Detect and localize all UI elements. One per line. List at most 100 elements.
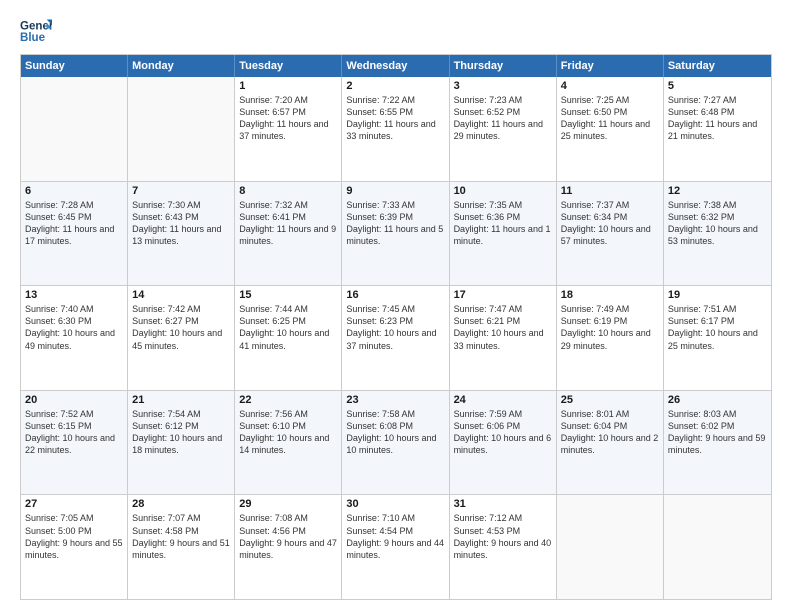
calendar-cell: 19 Sunrise: 7:51 AM Sunset: 6:17 PM Dayli… [664, 286, 771, 390]
calendar-cell [21, 77, 128, 181]
cell-day-number: 23 [346, 394, 444, 406]
calendar-cell: 20 Sunrise: 7:52 AM Sunset: 6:15 PM Dayli… [21, 391, 128, 495]
calendar-cell: 11 Sunrise: 7:37 AM Sunset: 6:34 PM Dayli… [557, 182, 664, 286]
cell-info: Sunrise: 7:08 AM Sunset: 4:56 PM Dayligh… [239, 512, 337, 561]
cell-day-number: 13 [25, 289, 123, 301]
cell-day-number: 25 [561, 394, 659, 406]
weekday-header-sunday: Sunday [21, 55, 128, 77]
cell-info: Sunrise: 7:12 AM Sunset: 4:53 PM Dayligh… [454, 512, 552, 561]
calendar-cell: 30 Sunrise: 7:10 AM Sunset: 4:54 PM Dayli… [342, 495, 449, 599]
cell-day-number: 27 [25, 498, 123, 510]
cell-day-number: 16 [346, 289, 444, 301]
calendar-cell: 28Sunrise: 7:07 AM Sunset: 4:58 PM Dayli… [128, 495, 235, 599]
cell-day-number: 3 [454, 80, 552, 92]
cell-day-number: 6 [25, 185, 123, 197]
header: General Blue [20, 16, 772, 48]
weekday-header-wednesday: Wednesday [342, 55, 449, 77]
cell-day-number: 14 [132, 289, 230, 301]
cell-info: Sunrise: 7:33 AM Sunset: 6:39 PM Dayligh… [346, 199, 444, 248]
cell-day-number: 1 [239, 80, 337, 92]
cell-info: Sunrise: 7:52 AM Sunset: 6:15 PM Dayligh… [25, 408, 123, 457]
cell-info: Sunrise: 7:54 AM Sunset: 6:12 PM Dayligh… [132, 408, 230, 457]
cell-day-number: 29 [239, 498, 337, 510]
svg-text:Blue: Blue [20, 32, 46, 44]
calendar-cell: 14 Sunrise: 7:42 AM Sunset: 6:27 PM Dayli… [128, 286, 235, 390]
cell-day-number: 7 [132, 185, 230, 197]
calendar-cell: 25Sunrise: 8:01 AM Sunset: 6:04 PM Dayli… [557, 391, 664, 495]
calendar-cell: 17 Sunrise: 7:47 AM Sunset: 6:21 PM Dayli… [450, 286, 557, 390]
weekday-header-monday: Monday [128, 55, 235, 77]
calendar-cell [664, 495, 771, 599]
cell-day-number: 5 [668, 80, 767, 92]
calendar-cell: 12 Sunrise: 7:38 AM Sunset: 6:32 PM Dayli… [664, 182, 771, 286]
cell-info: Sunrise: 7:37 AM Sunset: 6:34 PM Dayligh… [561, 199, 659, 248]
cell-info: Sunrise: 7:30 AM Sunset: 6:43 PM Dayligh… [132, 199, 230, 248]
calendar-cell: 16Sunrise: 7:45 AM Sunset: 6:23 PM Dayli… [342, 286, 449, 390]
cell-day-number: 11 [561, 185, 659, 197]
weekday-header-saturday: Saturday [664, 55, 771, 77]
calendar-cell: 26 Sunrise: 8:03 AM Sunset: 6:02 PM Dayli… [664, 391, 771, 495]
cell-info: Sunrise: 7:07 AM Sunset: 4:58 PM Dayligh… [132, 512, 230, 561]
cell-day-number: 8 [239, 185, 337, 197]
cell-info: Sunrise: 7:49 AM Sunset: 6:19 PM Dayligh… [561, 303, 659, 352]
cell-info: Sunrise: 7:32 AM Sunset: 6:41 PM Dayligh… [239, 199, 337, 248]
calendar-week-1: 1 Sunrise: 7:20 AM Sunset: 6:57 PM Daylig… [21, 77, 771, 181]
cell-info: Sunrise: 7:38 AM Sunset: 6:32 PM Dayligh… [668, 199, 767, 248]
cell-day-number: 10 [454, 185, 552, 197]
cell-day-number: 15 [239, 289, 337, 301]
calendar-cell: 21 Sunrise: 7:54 AM Sunset: 6:12 PM Dayli… [128, 391, 235, 495]
weekday-header-tuesday: Tuesday [235, 55, 342, 77]
cell-day-number: 2 [346, 80, 444, 92]
cell-day-number: 30 [346, 498, 444, 510]
cell-info: Sunrise: 7:05 AM Sunset: 5:00 PM Dayligh… [25, 512, 123, 561]
cell-day-number: 26 [668, 394, 767, 406]
calendar-cell [128, 77, 235, 181]
calendar-cell [557, 495, 664, 599]
cell-info: Sunrise: 7:42 AM Sunset: 6:27 PM Dayligh… [132, 303, 230, 352]
cell-day-number: 24 [454, 394, 552, 406]
calendar-cell: 13 Sunrise: 7:40 AM Sunset: 6:30 PM Dayli… [21, 286, 128, 390]
cell-day-number: 19 [668, 289, 767, 301]
calendar-cell: 8 Sunrise: 7:32 AM Sunset: 6:41 PM Daylig… [235, 182, 342, 286]
cell-info: Sunrise: 7:22 AM Sunset: 6:55 PM Dayligh… [346, 94, 444, 143]
cell-info: Sunrise: 7:59 AM Sunset: 6:06 PM Dayligh… [454, 408, 552, 457]
calendar-cell: 2 Sunrise: 7:22 AM Sunset: 6:55 PM Daylig… [342, 77, 449, 181]
cell-info: Sunrise: 7:56 AM Sunset: 6:10 PM Dayligh… [239, 408, 337, 457]
calendar-header: SundayMondayTuesdayWednesdayThursdayFrid… [21, 55, 771, 77]
cell-info: Sunrise: 7:40 AM Sunset: 6:30 PM Dayligh… [25, 303, 123, 352]
cell-day-number: 21 [132, 394, 230, 406]
calendar-cell: 6 Sunrise: 7:28 AM Sunset: 6:45 PM Daylig… [21, 182, 128, 286]
logo-icon: General Blue [20, 16, 52, 48]
cell-info: Sunrise: 7:25 AM Sunset: 6:50 PM Dayligh… [561, 94, 659, 143]
calendar-cell: 23 Sunrise: 7:58 AM Sunset: 6:08 PM Dayli… [342, 391, 449, 495]
calendar-week-4: 20 Sunrise: 7:52 AM Sunset: 6:15 PM Dayli… [21, 390, 771, 495]
cell-info: Sunrise: 7:28 AM Sunset: 6:45 PM Dayligh… [25, 199, 123, 248]
cell-info: Sunrise: 7:58 AM Sunset: 6:08 PM Dayligh… [346, 408, 444, 457]
cell-day-number: 17 [454, 289, 552, 301]
calendar-cell: 3 Sunrise: 7:23 AM Sunset: 6:52 PM Daylig… [450, 77, 557, 181]
cell-day-number: 9 [346, 185, 444, 197]
cell-info: Sunrise: 7:23 AM Sunset: 6:52 PM Dayligh… [454, 94, 552, 143]
cell-info: Sunrise: 7:10 AM Sunset: 4:54 PM Dayligh… [346, 512, 444, 561]
calendar: SundayMondayTuesdayWednesdayThursdayFrid… [20, 54, 772, 600]
cell-info: Sunrise: 7:47 AM Sunset: 6:21 PM Dayligh… [454, 303, 552, 352]
logo: General Blue [20, 16, 52, 48]
calendar-week-5: 27 Sunrise: 7:05 AM Sunset: 5:00 PM Dayli… [21, 494, 771, 599]
cell-info: Sunrise: 7:51 AM Sunset: 6:17 PM Dayligh… [668, 303, 767, 352]
cell-day-number: 12 [668, 185, 767, 197]
calendar-cell: 22 Sunrise: 7:56 AM Sunset: 6:10 PM Dayli… [235, 391, 342, 495]
calendar-cell: 5Sunrise: 7:27 AM Sunset: 6:48 PM Daylig… [664, 77, 771, 181]
cell-day-number: 20 [25, 394, 123, 406]
calendar-cell: 7 Sunrise: 7:30 AM Sunset: 6:43 PM Daylig… [128, 182, 235, 286]
calendar-cell: 15Sunrise: 7:44 AM Sunset: 6:25 PM Dayli… [235, 286, 342, 390]
cell-info: Sunrise: 7:20 AM Sunset: 6:57 PM Dayligh… [239, 94, 337, 143]
calendar-cell: 18Sunrise: 7:49 AM Sunset: 6:19 PM Dayli… [557, 286, 664, 390]
weekday-header-friday: Friday [557, 55, 664, 77]
cell-day-number: 31 [454, 498, 552, 510]
calendar-cell: 4 Sunrise: 7:25 AM Sunset: 6:50 PM Daylig… [557, 77, 664, 181]
calendar-week-2: 6 Sunrise: 7:28 AM Sunset: 6:45 PM Daylig… [21, 181, 771, 286]
cell-day-number: 22 [239, 394, 337, 406]
cell-info: Sunrise: 8:03 AM Sunset: 6:02 PM Dayligh… [668, 408, 767, 457]
cell-day-number: 4 [561, 80, 659, 92]
calendar-cell: 24 Sunrise: 7:59 AM Sunset: 6:06 PM Dayli… [450, 391, 557, 495]
